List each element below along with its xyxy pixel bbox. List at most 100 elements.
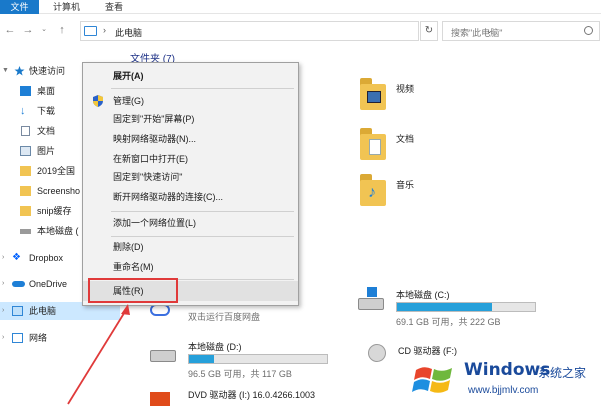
search-icon [584, 26, 593, 35]
cloud-icon [12, 281, 25, 287]
menu-label: 重命名(M) [113, 262, 154, 272]
shield-icon [93, 95, 103, 107]
drive-name: 本地磁盘 (D:) [188, 342, 242, 352]
tab-computer[interactable]: 计算机 [53, 0, 80, 14]
windows-logo-icon [367, 287, 377, 297]
menu-item-add-network-location[interactable]: 添加一个网络位置(L) [83, 213, 298, 233]
menu-item-open-new-window[interactable]: 在新窗口中打开(E) [83, 149, 298, 169]
document-icon [21, 126, 30, 136]
menu-item-expand[interactable]: 展开(A) [83, 66, 298, 86]
menu-label: 展开(A) [113, 71, 144, 81]
desktop-icon [20, 86, 31, 96]
chevron-right-icon[interactable]: › [2, 302, 4, 320]
film-icon [367, 91, 381, 103]
menu-item-disconnect-network-drive[interactable]: 断开网络驱动器的连接(C)... [83, 187, 298, 207]
menu-item-delete[interactable]: 删除(D) [83, 237, 298, 257]
chevron-right-icon[interactable]: › [2, 249, 4, 267]
drive-icon [20, 229, 31, 234]
nav-label: 快速访问 [29, 66, 66, 76]
address-box[interactable]: › 此电脑 ⌄ [80, 21, 493, 41]
drive-name: DVD 驱动器 (I:) 16.0.4266.1003 [188, 390, 316, 400]
drive-usage-fill [189, 355, 214, 363]
page-icon [369, 139, 381, 155]
menu-label: 管理(G) [113, 96, 144, 106]
search-input[interactable]: 搜索"此电脑" [442, 21, 600, 41]
windows-logo-icon [412, 367, 452, 393]
menu-item-manage[interactable]: 管理(G) [83, 91, 298, 111]
tab-file[interactable]: 文件 [0, 0, 39, 14]
refresh-button[interactable]: ↻ [420, 21, 438, 41]
chevron-right-icon[interactable]: › [2, 275, 4, 293]
menu-item-rename[interactable]: 重命名(M) [83, 257, 298, 277]
folder-icon [20, 206, 31, 216]
folder-icon [20, 166, 31, 176]
drive-free-space: 69.1 GB 可用，共 222 GB [396, 317, 501, 327]
drive-name: 本地磁盘 (C:) [396, 290, 450, 300]
nav-label: 2019全国 [37, 166, 76, 176]
menu-item-pin-start[interactable]: 固定到"开始"屏幕(P) [83, 109, 298, 129]
breadcrumb-location[interactable]: 此电脑 [115, 26, 142, 39]
folder-label: 文档 [396, 134, 415, 144]
menu-label: 断开网络驱动器的连接(C)... [113, 192, 223, 202]
drive-usage-bar [396, 302, 536, 312]
menu-label: 固定到"开始"屏幕(P) [113, 114, 195, 124]
folder-body [360, 84, 386, 110]
back-arrow-icon[interactable]: ← [4, 23, 16, 37]
watermark-url: www.bjjmlv.com [468, 385, 539, 396]
menu-label: 映射网络驱动器(N)... [113, 134, 196, 144]
breadcrumb-chevron-icon: › [103, 25, 106, 35]
drive-icon [150, 350, 176, 362]
watermark: Windows 系统之家 www.bjjmlv.com [412, 358, 601, 406]
nav-label: 文档 [37, 126, 56, 136]
recent-dropdown-icon[interactable]: ⌄ [38, 23, 50, 37]
computer-icon [12, 306, 23, 316]
menu-label: 固定到"快速访问" [113, 172, 183, 182]
drive-free-space: 96.5 GB 可用，共 117 GB [188, 369, 292, 379]
nav-label: 图片 [37, 146, 56, 156]
nav-label: 桌面 [37, 86, 56, 96]
menu-item-pin-quick-access[interactable]: 固定到"快速访问" [83, 167, 298, 187]
context-menu: 展开(A) 管理(G) 固定到"开始"屏幕(P) 映射网络驱动器(N)... 在… [82, 62, 299, 306]
nav-label: 网络 [29, 333, 48, 343]
office-dvd-icon [150, 392, 170, 406]
address-bar-row: ← → ⌄ ↑ › 此电脑 ⌄ ↻ 搜索"此电脑" [0, 18, 601, 44]
cd-drive-icon [368, 344, 386, 362]
star-icon [14, 66, 25, 76]
picture-icon [20, 146, 31, 156]
network-icon [12, 333, 23, 343]
menu-label: 删除(D) [113, 242, 144, 252]
folder-body [360, 134, 386, 160]
annotation-arrow-icon [67, 304, 130, 405]
windows-drive-icon [358, 287, 384, 310]
forward-arrow-icon[interactable]: → [22, 23, 34, 37]
folder-label: 视频 [396, 84, 415, 94]
nav-label: OneDrive [29, 279, 68, 289]
nav-label: 本地磁盘 ( [37, 226, 79, 236]
chevron-right-icon[interactable]: › [2, 329, 4, 347]
nav-label: 下载 [37, 106, 56, 116]
computer-icon [84, 26, 97, 36]
refresh-icon: ↻ [424, 25, 434, 36]
tab-view[interactable]: 查看 [105, 0, 123, 14]
dropbox-icon: ❖ [12, 252, 21, 263]
drive-name: CD 驱动器 (F:) [398, 346, 457, 356]
folder-icon [20, 186, 31, 196]
drive-usage-bar [188, 354, 328, 364]
menu-label: 在新窗口中打开(E) [113, 154, 188, 164]
nav-label: Screensho [37, 186, 81, 196]
nav-label: 此电脑 [29, 306, 57, 316]
up-arrow-icon[interactable]: ↑ [56, 23, 68, 37]
music-note-icon: ♪ [368, 184, 376, 201]
drive-usage-fill [397, 303, 493, 311]
nav-label: snip缓存 [37, 206, 72, 216]
folder-body: ♪ [360, 180, 386, 206]
search-placeholder: 搜索"此电脑" [451, 28, 503, 38]
drive-name: 双击运行百度网盘 [188, 312, 261, 322]
folder-label: 音乐 [396, 180, 415, 190]
chevron-down-icon[interactable]: ▼ [2, 62, 9, 80]
menu-item-map-network-drive[interactable]: 映射网络驱动器(N)... [83, 129, 298, 149]
watermark-subtitle: 系统之家 [538, 366, 587, 380]
menu-label: 添加一个网络位置(L) [113, 218, 196, 228]
nav-label: Dropbox [29, 253, 64, 263]
ribbon-tabs: 文件 计算机 查看 [0, 0, 601, 14]
